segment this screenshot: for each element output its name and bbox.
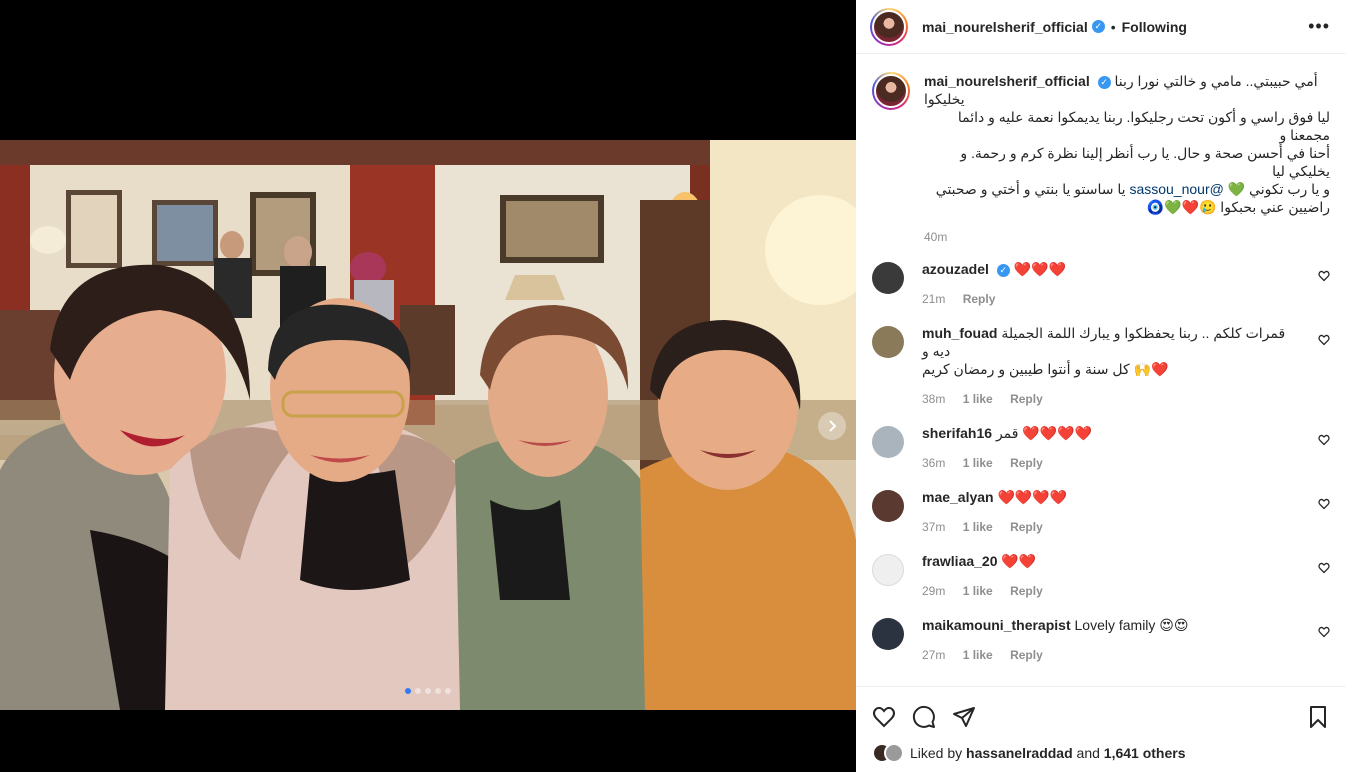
caption-line: راضيين عني بحبكوا 🥲❤️💚🧿	[1146, 199, 1330, 215]
commenter-avatar[interactable]	[872, 262, 904, 294]
like-comment-heart-icon[interactable]	[1318, 562, 1330, 574]
like-comment-heart-icon[interactable]	[1318, 434, 1330, 446]
separator-dot: •	[1110, 18, 1116, 35]
commenter-avatar[interactable]	[872, 326, 904, 358]
caption-timestamp[interactable]: 40m	[924, 230, 1330, 244]
caption-line: أحنا في أحسن صحة و حال. يا رب أنظر إلينا…	[960, 145, 1330, 179]
comment-text: Lovely family 😍😍	[1074, 617, 1189, 633]
commenter-username[interactable]: muh_fouad	[922, 325, 997, 341]
like-comment-heart-icon[interactable]	[1318, 498, 1330, 510]
comment-text: ❤️❤️	[1001, 553, 1037, 569]
reply-button[interactable]: Reply	[1010, 520, 1043, 534]
caption-username[interactable]: mai_nourelsherif_official	[924, 73, 1090, 89]
reply-button[interactable]: Reply	[1010, 392, 1043, 406]
comment-text: ❤️❤️❤️❤️	[997, 489, 1068, 505]
reply-button[interactable]: Reply	[963, 292, 996, 306]
liked-by-user-link[interactable]: hassanelraddad	[966, 745, 1073, 761]
more-horizontal-icon[interactable]: •••	[1308, 16, 1330, 37]
carousel-next-button[interactable]	[818, 412, 846, 440]
verified-badge-icon: ✓	[1091, 20, 1105, 33]
liked-by-label: Liked by	[910, 745, 963, 761]
post-side-panel: mai_nourelsherif_official ✓ • Following …	[856, 0, 1346, 772]
following-button[interactable]: Following	[1122, 19, 1187, 35]
comment-timestamp[interactable]: 29m	[922, 584, 945, 598]
comment-likes[interactable]: 1 like	[963, 648, 993, 662]
comment-likes[interactable]: 1 like	[963, 584, 993, 598]
carousel-dot	[425, 688, 431, 694]
instagram-post-view: mai_nourelsherif_official ✓ • Following …	[0, 0, 1346, 772]
photo-illustration	[0, 140, 856, 710]
post-caption: mai_nourelsherif_official ✓ أمي حبيبتي..…	[872, 72, 1330, 244]
reply-button[interactable]: Reply	[1010, 648, 1043, 662]
comment-likes[interactable]: 1 like	[963, 456, 993, 470]
comment-timestamp[interactable]: 38m	[922, 392, 945, 406]
commenter-username[interactable]: frawliaa_20	[922, 553, 998, 569]
carousel-dot	[415, 688, 421, 694]
comments-list[interactable]: mai_nourelsherif_official ✓ أمي حبيبتي..…	[856, 54, 1346, 686]
likes-summary: Liked by hassanelraddad and 1,641 others	[872, 743, 1330, 763]
like-heart-icon[interactable]	[872, 705, 896, 729]
share-paper-plane-icon[interactable]	[952, 705, 976, 729]
comment-item: mae_alyan ❤️❤️❤️❤️ 37m 1 like Reply	[872, 488, 1330, 534]
like-comment-heart-icon[interactable]	[1318, 626, 1330, 638]
caption-author-avatar[interactable]	[872, 72, 910, 110]
caption-line: و يا رب تكوني 💚 @sassou_nour يا ساستو يا…	[935, 181, 1330, 197]
commenter-username[interactable]: maikamouni_therapist	[922, 617, 1071, 633]
comment-likes[interactable]: 1 like	[963, 520, 993, 534]
post-actions: Liked by hassanelraddad and 1,641 others	[856, 686, 1346, 772]
comment-timestamp[interactable]: 21m	[922, 292, 945, 306]
comment-timestamp[interactable]: 27m	[922, 648, 945, 662]
commenter-avatar[interactable]	[872, 490, 904, 522]
liker-avatar	[884, 743, 904, 763]
reply-button[interactable]: Reply	[1010, 456, 1043, 470]
comment-item: frawliaa_20 ❤️❤️ 29m 1 like Reply	[872, 552, 1330, 598]
verified-badge-icon: ✓	[996, 263, 1010, 277]
comment-timestamp[interactable]: 36m	[922, 456, 945, 470]
and-label: and	[1076, 745, 1100, 761]
comment-likes[interactable]: 1 like	[963, 392, 993, 406]
comment-text: قمر ❤️❤️❤️❤️	[995, 425, 1093, 441]
like-comment-heart-icon[interactable]	[1318, 334, 1330, 346]
author-avatar[interactable]	[870, 7, 908, 46]
author-username[interactable]: mai_nourelsherif_official	[922, 19, 1088, 35]
commenter-avatar[interactable]	[872, 426, 904, 458]
carousel-dot	[445, 688, 451, 694]
chevron-right-icon	[829, 420, 837, 432]
caption-line: ليا فوق راسي و أكون تحت رجليكوا. ربنا يد…	[957, 109, 1330, 143]
mention-link[interactable]: @sassou_nour	[1129, 181, 1223, 197]
comment-item: sherifah16 قمر ❤️❤️❤️❤️ 36m 1 like Reply	[872, 424, 1330, 470]
carousel-indicator	[0, 688, 856, 694]
comment-bubble-icon[interactable]	[912, 705, 936, 729]
comment-text-continued: كل سنة و أنتوا طيبين و رمضان كريم 🙌❤️	[922, 361, 1169, 377]
carousel-dot	[405, 688, 411, 694]
post-photo[interactable]	[0, 140, 856, 710]
commenter-username[interactable]: sherifah16	[922, 425, 992, 441]
comment-timestamp[interactable]: 37m	[922, 520, 945, 534]
like-comment-heart-icon[interactable]	[1318, 270, 1330, 282]
others-likes-link[interactable]: 1,641 others	[1104, 745, 1186, 761]
post-header: mai_nourelsherif_official ✓ • Following …	[856, 0, 1346, 54]
comment-item: muh_fouad قمرات كلكم .. ربنا يحفظكوا و ي…	[872, 324, 1330, 406]
commenter-avatar[interactable]	[872, 554, 904, 586]
reply-button[interactable]: Reply	[1010, 584, 1043, 598]
comment-item: azouzadel ✓ ❤️❤️❤️ 21m Reply	[872, 260, 1330, 306]
commenter-username[interactable]: mae_alyan	[922, 489, 994, 505]
save-bookmark-icon[interactable]	[1306, 705, 1330, 729]
caption-text: mai_nourelsherif_official ✓ أمي حبيبتي..…	[924, 72, 1330, 216]
commenter-username[interactable]: azouzadel	[922, 261, 989, 277]
post-media-area	[0, 0, 856, 772]
comment-text: ❤️❤️❤️	[1013, 261, 1066, 277]
verified-badge-icon: ✓	[1097, 75, 1111, 89]
carousel-dot	[435, 688, 441, 694]
comment-item: maikamouni_therapist Lovely family 😍😍 27…	[872, 616, 1330, 662]
commenter-avatar[interactable]	[872, 618, 904, 650]
